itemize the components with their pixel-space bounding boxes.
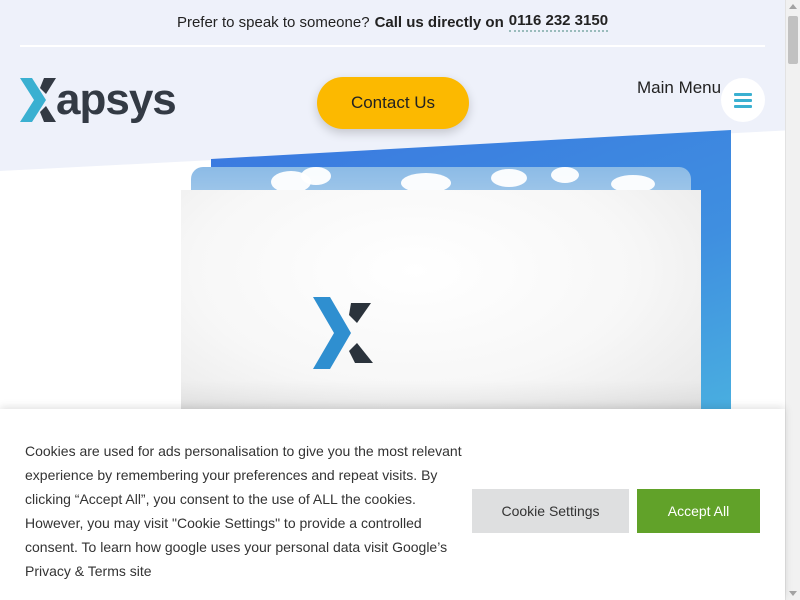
scroll-thumb[interactable] bbox=[788, 16, 798, 64]
logo-text: apsys bbox=[56, 75, 177, 124]
contact-us-button[interactable]: Contact Us bbox=[317, 77, 469, 129]
cookie-message: Cookies are used for ads personalisation… bbox=[25, 443, 462, 579]
hamburger-icon bbox=[734, 90, 752, 111]
x-logo-mark bbox=[20, 78, 56, 122]
page-scrollbar[interactable] bbox=[785, 0, 800, 600]
main-menu-label: Main Menu bbox=[637, 78, 722, 97]
intro-video[interactable] bbox=[181, 190, 701, 420]
cookie-consent-banner: Cookies are used for ads personalisation… bbox=[0, 409, 785, 600]
topbar-prompt: Prefer to speak to someone? bbox=[176, 13, 370, 31]
scroll-down-arrow-icon[interactable] bbox=[789, 591, 797, 596]
scroll-up-arrow-icon[interactable] bbox=[789, 4, 797, 9]
topbar-call-label: Call us directly on bbox=[374, 13, 504, 31]
cookie-settings-button[interactable]: Cookie Settings bbox=[472, 489, 629, 533]
header-divider bbox=[20, 45, 765, 47]
main-menu-toggle[interactable]: Main Menu bbox=[637, 78, 765, 122]
menu-button[interactable] bbox=[721, 78, 765, 122]
site-logo[interactable]: apsys bbox=[20, 75, 177, 124]
phone-link[interactable]: 0116 232 3150 bbox=[508, 12, 609, 32]
topbar: Prefer to speak to someone? Call us dire… bbox=[0, 0, 785, 44]
accept-all-button[interactable]: Accept All bbox=[637, 489, 760, 533]
video-logo-mark bbox=[313, 297, 373, 369]
